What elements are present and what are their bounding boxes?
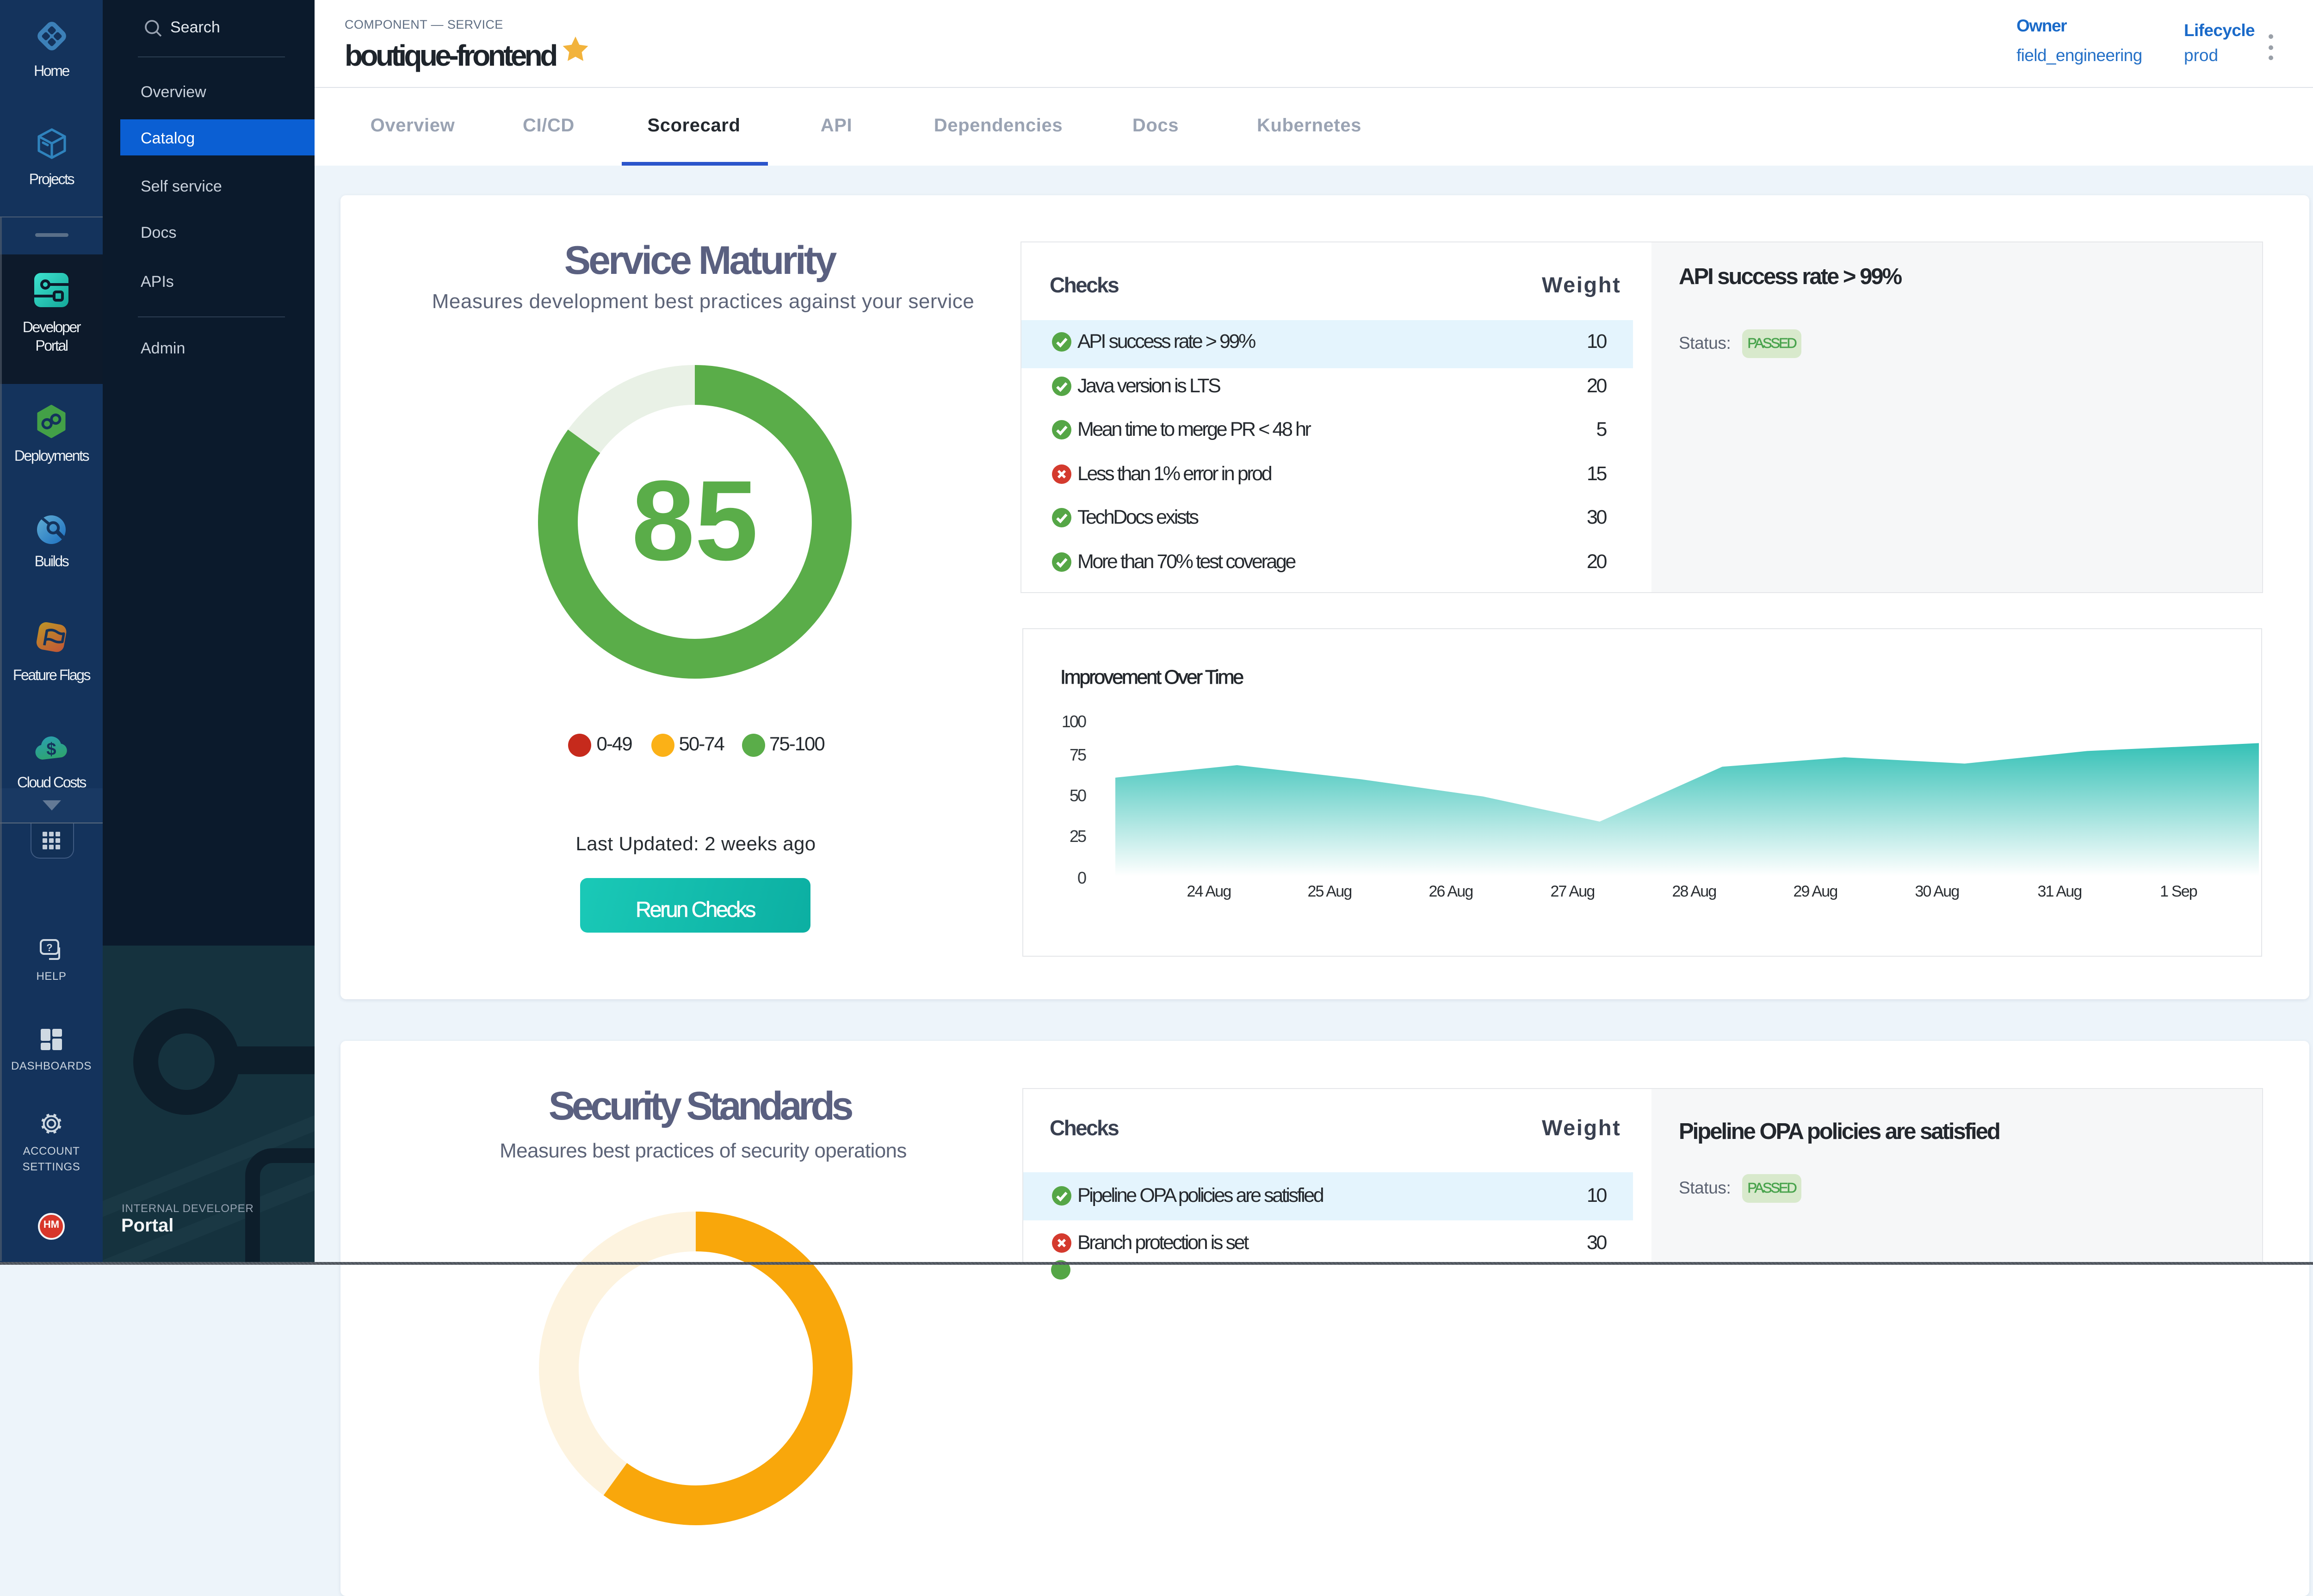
svg-text:?: ? — [46, 942, 52, 953]
svg-text:$: $ — [46, 740, 56, 759]
